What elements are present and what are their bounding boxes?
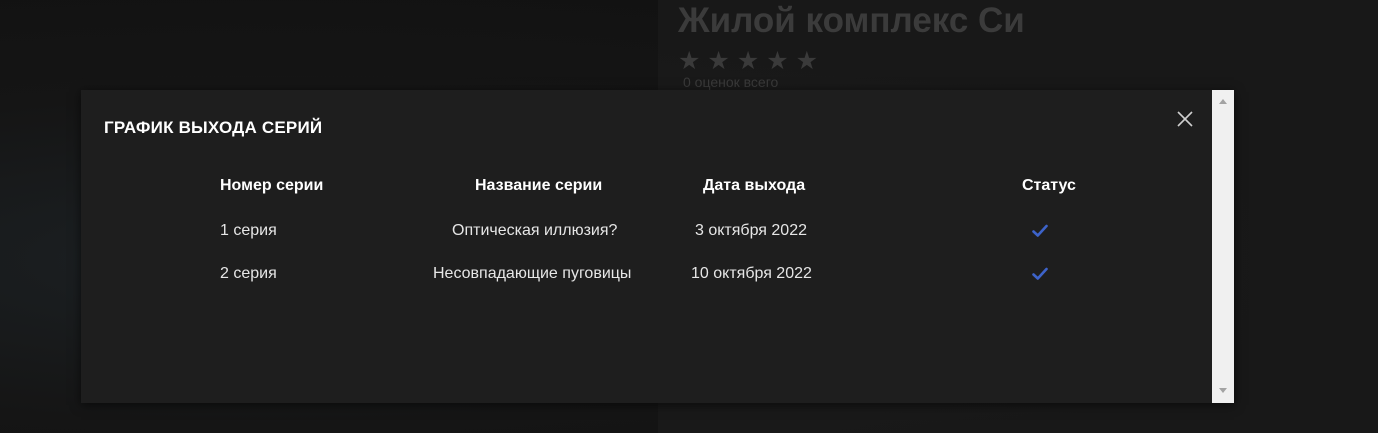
release-schedule-modal: ГРАФИК ВЫХОДА СЕРИЙ Номер серии Название… [81,90,1234,403]
header-episode-name: Название серии [475,177,603,194]
episode-date: 10 октября 2022 [691,265,812,282]
episode-number: 1 серия [220,222,277,239]
background-show-title: Жилой комплекс Си [678,1,1025,40]
scroll-up-arrow-icon [1219,99,1227,104]
check-icon [1032,267,1048,280]
background-rating-stars: ★★★★★ [678,47,826,75]
scroll-down-arrow-icon [1219,388,1227,393]
close-button[interactable] [1173,107,1197,131]
header-release-date: Дата выхода [703,177,806,194]
scroll-down-button[interactable] [1212,382,1234,399]
close-icon [1177,111,1193,127]
header-episode-number: Номер серии [220,177,324,194]
episode-date: 3 октября 2022 [695,222,807,239]
check-icon [1032,224,1048,237]
episode-name: Оптическая иллюзия? [452,222,618,239]
episode-name: Несовпадающие пуговицы [433,265,632,282]
background-ratings-count: 0 оценок всего [683,74,779,90]
header-status: Статус [1022,177,1076,194]
modal-title: ГРАФИК ВЫХОДА СЕРИЙ [104,118,323,137]
modal-scrollbar[interactable] [1212,90,1234,403]
scroll-up-button[interactable] [1212,92,1234,109]
episode-number: 2 серия [220,265,277,282]
